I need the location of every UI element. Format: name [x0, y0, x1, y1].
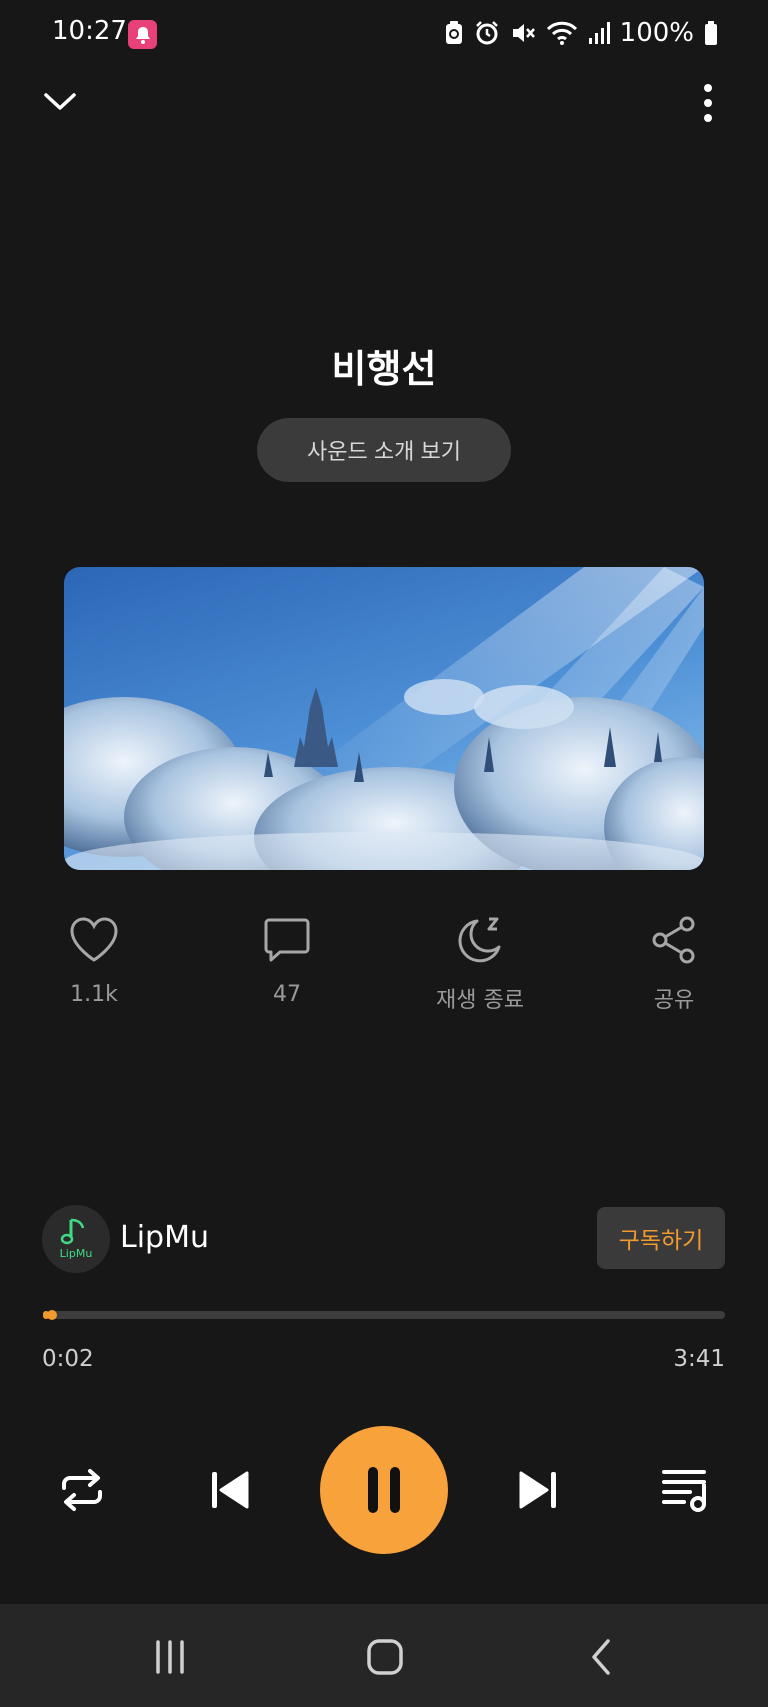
channel-name[interactable]: LipMu [120, 1220, 209, 1255]
comment-count: 47 [273, 982, 301, 1007]
playlist-icon[interactable] [654, 1458, 718, 1522]
more-options-icon[interactable] [690, 80, 730, 126]
repeat-icon[interactable] [50, 1458, 114, 1522]
wifi-icon [546, 21, 577, 45]
subscribe-button[interactable]: 구독하기 [597, 1207, 725, 1269]
battery-percent: 100% [619, 18, 694, 48]
status-icons: 100% [444, 18, 718, 48]
share-action[interactable]: 공유 [609, 910, 739, 1014]
channel-avatar[interactable]: LipMu [42, 1205, 110, 1273]
sound-intro-button[interactable]: 사운드 소개 보기 [257, 418, 511, 482]
track-title: 비행선 [331, 347, 437, 391]
share-label: 공유 [653, 988, 695, 1013]
battery-saver-icon [445, 21, 462, 44]
total-duration: 3:41 [673, 1346, 725, 1372]
status-time: 10:27 [52, 16, 127, 46]
album-artwork [64, 567, 704, 870]
svg-text:LipMu: LipMu [60, 1247, 93, 1260]
notification-bell-icon [128, 20, 157, 49]
like-action[interactable]: 1.1k [29, 910, 159, 1007]
home-icon[interactable] [355, 1632, 415, 1682]
elapsed-time: 0:02 [42, 1346, 94, 1372]
sleep-timer-label: 재생 종료 [436, 988, 524, 1013]
playback-progress-bar[interactable] [43, 1310, 725, 1320]
battery-icon [705, 21, 717, 45]
cloud-castle-artwork [64, 567, 704, 870]
collapse-chevron-down-icon[interactable] [40, 82, 80, 122]
next-icon[interactable] [506, 1458, 570, 1522]
alarm-icon [475, 21, 498, 45]
comment-icon [222, 910, 352, 970]
share-icon [609, 910, 739, 970]
like-count: 1.1k [70, 982, 118, 1007]
mute-icon [512, 24, 535, 42]
signal-icon [588, 22, 610, 44]
comment-action[interactable]: 47 [222, 910, 352, 1007]
previous-icon[interactable] [198, 1458, 262, 1522]
sleep-timer-icon [415, 910, 545, 970]
recent-apps-icon[interactable] [140, 1632, 200, 1682]
pause-button[interactable] [320, 1426, 448, 1554]
progress-knob[interactable] [47, 1310, 58, 1320]
heart-icon [29, 910, 159, 970]
back-icon[interactable] [572, 1632, 632, 1682]
sleep-timer-action[interactable]: 재생 종료 [415, 910, 545, 1014]
pause-icon [368, 1467, 400, 1513]
